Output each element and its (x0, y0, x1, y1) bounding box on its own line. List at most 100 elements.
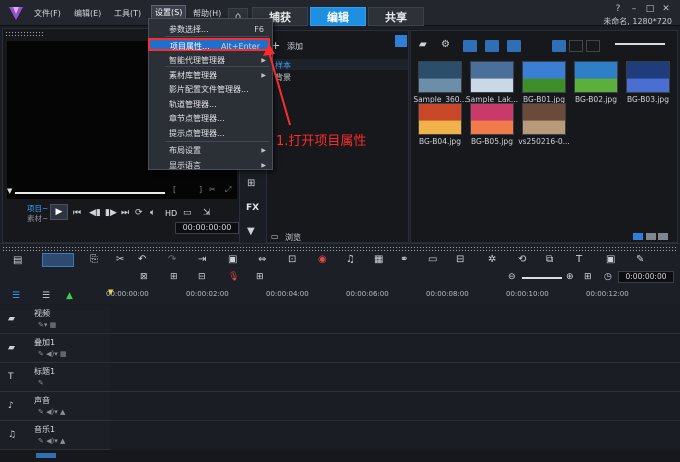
track-header[interactable]: ♫ 音乐1 ✎ ◀)▾ ▲ (0, 421, 110, 450)
tab-share[interactable]: 共享 (368, 7, 424, 26)
zoom-slider[interactable] (522, 277, 562, 279)
menu-file[interactable]: 文件(F) (34, 8, 61, 19)
fx-label[interactable]: FX (246, 203, 259, 213)
tools-icon[interactable]: ✂ (116, 254, 124, 265)
track-header[interactable]: T 标题1 ✎ (0, 363, 110, 392)
help-icon[interactable]: ? (612, 4, 624, 14)
ripple-edit-icon[interactable]: ⊞ (256, 272, 264, 282)
fit-timeline-icon[interactable]: ⊞ (584, 272, 592, 282)
track-area[interactable] (110, 305, 680, 450)
media-thumbnail[interactable] (626, 61, 670, 93)
mark-out-icon[interactable]: ] (199, 185, 202, 194)
time-remap-icon[interactable]: ⟲ (518, 254, 526, 265)
list-view-button[interactable] (552, 40, 566, 52)
redo-icon[interactable]: ↷ (168, 254, 176, 265)
next-frame-icon[interactable]: ▮▶ (105, 208, 117, 218)
multicam-icon[interactable]: ⚭ (400, 254, 408, 265)
copy-icon[interactable]: ⎘ (90, 254, 98, 265)
track-header[interactable]: ▰ 叠加1 ✎ ◀)▾ ▦ (0, 334, 110, 363)
aspect-ratio-icon[interactable]: ▭ (183, 208, 192, 218)
home-start-icon[interactable]: ⏮ (73, 208, 81, 218)
track-controls-icon[interactable]: ✎▾ ▦ (38, 321, 56, 329)
timeline-view-button[interactable] (42, 253, 74, 267)
settings-menu-item[interactable]: 素材库管理器 ▶ (149, 69, 272, 82)
tab-edit[interactable]: 编辑 (310, 7, 366, 26)
media-thumbnail[interactable] (470, 61, 514, 93)
smart-package-icon[interactable]: ⊠ (140, 272, 148, 282)
painting-icon[interactable]: ✎ (636, 254, 644, 265)
browse-icon[interactable]: ▭ (271, 232, 279, 241)
media-thumbnail[interactable] (522, 61, 566, 93)
audio-filter-button[interactable] (507, 40, 521, 52)
mark-in-icon[interactable]: [ (173, 185, 176, 194)
settings-menu-item[interactable]: 布局设置 ▶ (149, 144, 272, 157)
fit-project-icon[interactable]: ⊞ (170, 272, 178, 282)
settings-menu-item[interactable]: 影片配置文件管理器... (149, 83, 272, 96)
mask-creator-icon[interactable]: ▦ (374, 254, 383, 265)
record-voice-icon[interactable]: 🎙︎ (228, 272, 239, 282)
photo-filter-button[interactable] (485, 40, 499, 52)
track-controls-icon[interactable]: ✎ ◀)▾ ▦ (38, 350, 67, 358)
scrubber-bar[interactable] (15, 192, 165, 194)
timeline-scrollbar[interactable] (36, 453, 56, 458)
previous-frame-icon[interactable]: ◀▮ (89, 208, 101, 218)
close-icon[interactable]: ✕ (660, 4, 672, 14)
audio-mix-icon[interactable]: ♫ (346, 254, 355, 265)
expand-icon[interactable]: ▼ (247, 226, 255, 237)
volume-icon[interactable]: 🔈︎ (150, 208, 155, 218)
enlarge-icon[interactable]: ⤢ (225, 185, 231, 195)
player-timecode[interactable]: 00:00:00:00 (175, 222, 239, 234)
speed-icon[interactable]: ⧉ (546, 254, 553, 265)
media-thumbnail[interactable] (522, 103, 566, 135)
timeline-ruler[interactable]: 00:00:00:00 00:00:02:00 00:00:04:00 00:00:0… (106, 288, 680, 304)
media-thumbnail[interactable] (574, 61, 618, 93)
track-controls-icon[interactable]: ✎ ◀)▾ ▲ (38, 408, 65, 416)
video-filter-button[interactable] (463, 40, 477, 52)
storyboard-view-icon[interactable]: ▤ (13, 255, 22, 266)
minimize-icon[interactable]: – (628, 4, 640, 14)
folder-open-icon[interactable]: ▰ (419, 39, 427, 50)
sort-button[interactable] (586, 40, 600, 52)
split-icon[interactable]: ✂ (209, 185, 216, 194)
settings-menu-item[interactable]: 参数选择... F6 (149, 23, 272, 36)
menu-tools[interactable]: 工具(T) (114, 8, 141, 19)
chapter-icon[interactable]: ☰ (42, 291, 50, 301)
media-thumbnail[interactable] (418, 61, 462, 93)
snapshot-icon[interactable]: ⊟ (198, 272, 206, 282)
settings-menu-item[interactable]: 轨道管理器... (149, 98, 272, 111)
timecode-options-icon[interactable]: ⇲ (203, 208, 211, 218)
thumb-view-button[interactable] (569, 40, 583, 52)
split-screen-icon[interactable]: ⇔ (258, 254, 266, 265)
settings-gear-icon[interactable]: ⚙ (441, 39, 450, 50)
hd-label[interactable]: HD (165, 209, 177, 218)
media-thumbnail[interactable] (470, 103, 514, 135)
media-thumbnail[interactable] (418, 103, 462, 135)
thumb-size-slider[interactable] (615, 43, 665, 45)
end-icon[interactable]: ⏭ (121, 208, 129, 218)
zoom-out-icon[interactable]: ⊖ (508, 272, 516, 282)
clip-mode-label[interactable]: 素材~ (27, 213, 48, 224)
track-header[interactable]: ♪ 声音 ✎ ◀)▾ ▲ (0, 392, 110, 421)
title-3d-icon[interactable]: T (576, 254, 582, 265)
maximize-icon[interactable]: □ (644, 4, 656, 14)
trim-icon[interactable]: ⇥ (198, 254, 206, 265)
play-button[interactable]: ▶ (50, 204, 68, 220)
timeline-timecode[interactable]: 0:00:00:00 (618, 271, 674, 283)
settings-menu-item[interactable]: 显示语言 ▶ (149, 159, 272, 172)
undo-icon[interactable]: ↶ (138, 254, 146, 265)
track-controls-icon[interactable]: ✎ (38, 379, 44, 387)
motion-track-icon[interactable]: ⊡ (288, 254, 296, 265)
track-manager-icon[interactable]: ☰ (12, 291, 20, 301)
track-header[interactable]: ▰ 视频 ✎▾ ▦ (0, 305, 110, 334)
add-track-icon[interactable]: ▲ (66, 291, 73, 301)
media-tool-icon[interactable]: ⊞ (247, 178, 255, 189)
zoom-in-icon[interactable]: ⊕ (566, 272, 574, 282)
settings-menu-item[interactable]: 项目属性... Alt+Enter (148, 38, 270, 51)
repeat-icon[interactable]: ⟳ (135, 208, 143, 218)
browse-label[interactable]: 浏览 (285, 232, 301, 243)
menu-edit[interactable]: 编辑(E) (74, 8, 101, 19)
library-options[interactable] (633, 233, 673, 241)
playhead-icon[interactable]: ▼ (108, 288, 113, 296)
settings-menu-item[interactable]: 章节点管理器... (149, 112, 272, 125)
color-grading-icon[interactable]: ◉ (318, 254, 327, 265)
